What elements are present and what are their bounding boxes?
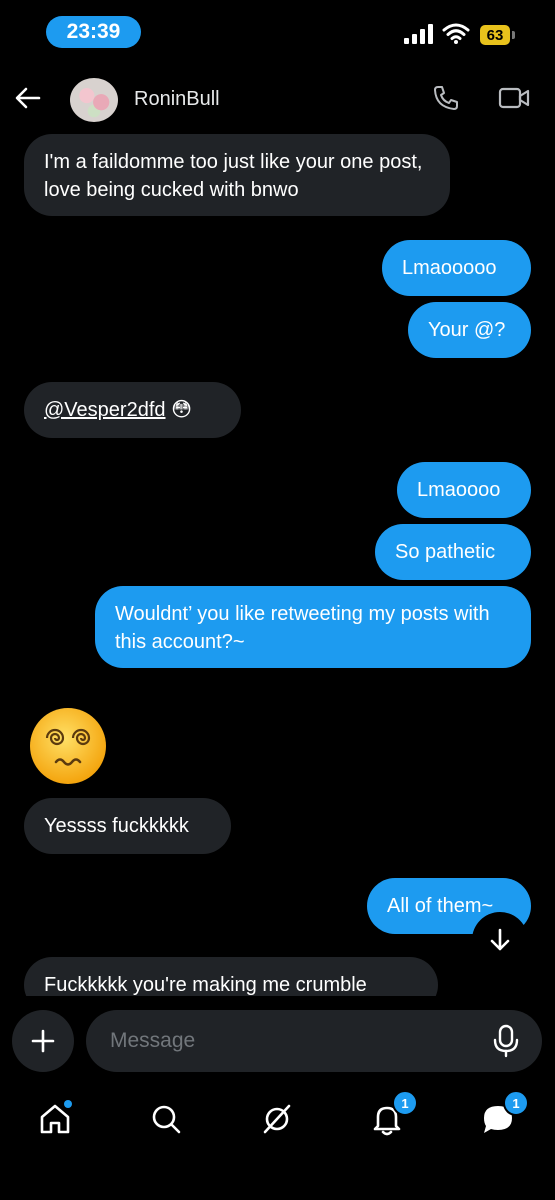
message-composer	[0, 1000, 555, 1080]
nav-home[interactable]	[30, 1094, 80, 1144]
nav-grok[interactable]	[252, 1094, 302, 1144]
message-text: So pathetic	[395, 541, 496, 563]
message-text: I'm a faildomme too just like your one p…	[44, 151, 423, 201]
scroll-to-bottom-button[interactable]	[472, 912, 528, 968]
battery-tip	[512, 31, 515, 39]
conversation-username[interactable]: RoninBull	[134, 88, 220, 111]
message-outgoing[interactable]: Wouldnt’ you like retweeting my posts wi…	[95, 586, 531, 668]
message-incoming[interactable]: Yessss fuckkkkk	[24, 798, 231, 854]
add-attachment-button[interactable]	[12, 1010, 74, 1072]
avatar[interactable]	[70, 78, 118, 122]
back-arrow-icon[interactable]	[14, 84, 42, 112]
message-text: All of them~	[387, 895, 494, 917]
message-list[interactable]: I'm a faildomme too just like your one p…	[0, 128, 555, 996]
status-bar: 23:39 63	[0, 0, 555, 64]
microphone-icon[interactable]	[492, 1024, 520, 1058]
message-input[interactable]	[86, 1010, 542, 1072]
message-text: Fuckkkkk you're making me crumble	[44, 974, 367, 996]
nav-messages[interactable]: 1	[473, 1090, 529, 1144]
message-text: Your @?	[428, 319, 506, 341]
message-outgoing[interactable]: Lmaoooo	[397, 462, 531, 518]
messages-badge: 1	[503, 1090, 529, 1116]
message-text: Wouldnt’ you like retweeting my posts wi…	[115, 603, 490, 653]
message-incoming[interactable]: I'm a faildomme too just like your one p…	[24, 134, 450, 216]
message-incoming[interactable]: @Vesper2dfd 😳	[24, 382, 241, 438]
dizzy-face-emoji-icon[interactable]	[28, 706, 108, 786]
status-time: 23:39	[46, 16, 141, 48]
message-outgoing[interactable]: Lmaooooo	[382, 240, 531, 296]
mention-link[interactable]: @Vesper2dfd	[44, 399, 166, 421]
signal-icon	[404, 24, 433, 44]
arrow-down-icon	[490, 928, 510, 951]
message-outgoing[interactable]: So pathetic	[375, 524, 531, 580]
plus-icon	[31, 1029, 55, 1053]
bottom-navigation: 1 1	[0, 1084, 555, 1200]
message-outgoing[interactable]: Your @?	[408, 302, 531, 358]
message-text: Lmaooooo	[402, 257, 497, 279]
video-call-icon[interactable]	[498, 86, 530, 110]
grok-icon	[263, 1104, 291, 1134]
message-text: Yessss fuckkkkk	[44, 815, 189, 837]
nav-notifications[interactable]: 1	[362, 1090, 418, 1144]
nav-search[interactable]	[141, 1094, 191, 1144]
battery-icon: 63	[480, 25, 510, 45]
search-icon	[152, 1105, 181, 1134]
message-emoji: 😳	[171, 399, 192, 421]
phone-call-icon[interactable]	[432, 84, 460, 112]
message-incoming[interactable]: Fuckkkkk you're making me crumble	[24, 957, 438, 996]
unread-dot	[64, 1100, 72, 1108]
conversation-header: RoninBull	[0, 70, 555, 128]
wifi-icon	[442, 23, 470, 44]
message-text: Lmaoooo	[417, 479, 501, 501]
notification-badge: 1	[392, 1090, 418, 1116]
